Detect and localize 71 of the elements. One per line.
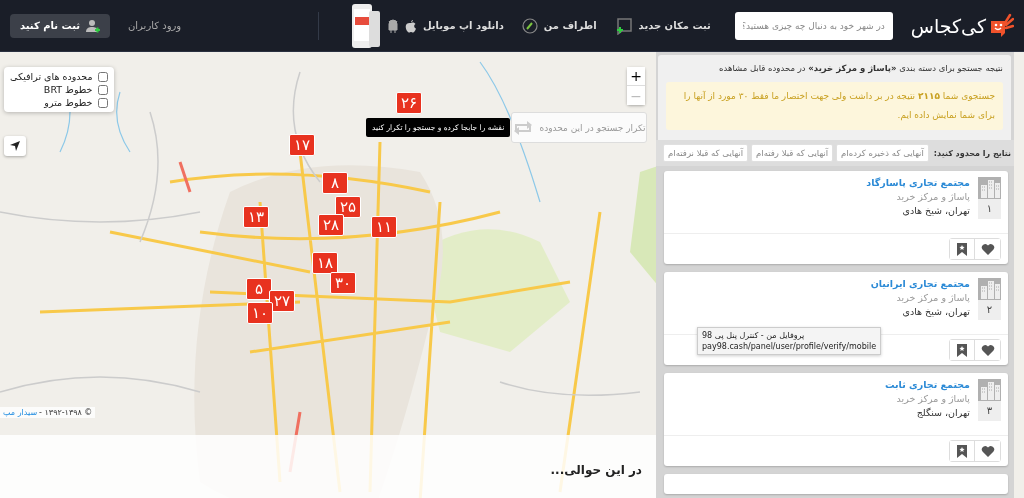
filter-button[interactable]: آنهایی که قبلا نرفته‌ام [663, 144, 749, 162]
copyright-text: © ۱۳۹۲-۱۳۹۸ - [39, 408, 93, 417]
chat-plus-icon [614, 16, 633, 35]
search-field[interactable]: در شهر خود به دنبال چه چیزی هستید؟ [734, 11, 893, 40]
heart-icon [980, 444, 995, 458]
place-category: پاساژ و مرکز خرید [895, 191, 970, 202]
place-name-link[interactable]: مجتمع تجاری پاسارگاد [866, 177, 970, 188]
heart-icon [980, 242, 995, 256]
map-marker[interactable]: ۱۷ [289, 134, 315, 156]
map-marker[interactable]: ۲۷ [269, 290, 295, 312]
filter-button[interactable]: آنهایی که قبلا رفته‌ام [751, 144, 834, 162]
android-icon [386, 18, 399, 33]
arrow-pointer-icon [9, 140, 21, 152]
phone-image [350, 2, 381, 49]
bookmark-button[interactable] [950, 441, 975, 461]
bookmark-button[interactable] [950, 340, 975, 360]
place-address: تهران، شیخ هادی [901, 306, 970, 317]
apple-icon [404, 18, 417, 33]
map-marker[interactable]: ۲۸ [318, 214, 344, 236]
place-category: پاساژ و مرکز خرید [895, 292, 970, 303]
results-heading: نتیجه جستجو برای دسته بندی «پاساژ و مرکز خرید» در محدوده قابل مشاهده [718, 63, 1003, 73]
layer-checkbox[interactable] [98, 97, 109, 108]
bookmark-icon [957, 242, 967, 256]
nav-link[interactable]: اطراف من [521, 17, 597, 34]
map-marker[interactable]: ۸ [322, 172, 348, 194]
place-address: تهران، شیخ هادی [901, 205, 970, 216]
rank-number: ۳ [978, 401, 1001, 421]
user-plus-icon [86, 18, 100, 33]
locate-button[interactable] [4, 136, 26, 156]
filter-button[interactable]: آنهایی که ذخیره کرده‌ام [836, 144, 929, 162]
map-marker[interactable]: ۵ [246, 278, 272, 300]
smiley-hand-icon [988, 12, 1014, 39]
tooltip-url: pay98.cash/panel/user/profile/verify/mobile [702, 341, 877, 352]
layer-label: محدوده های ترافیکی [10, 71, 93, 82]
map-marker[interactable]: ۱۸ [312, 252, 338, 274]
site-logo[interactable]: کی‌کجاس [910, 14, 986, 37]
heart-icon [980, 343, 995, 357]
place-address: تهران، سنگلج [915, 407, 970, 418]
rank-number: ۱ [978, 199, 1001, 219]
map-marker[interactable]: ۱۳ [243, 206, 269, 228]
rank-number: ۲ [978, 300, 1001, 320]
map-marker[interactable]: ۲۵ [335, 196, 361, 218]
bookmark-icon [957, 343, 967, 357]
buildings-icon [978, 278, 1001, 300]
place-name-link[interactable]: مجتمع تجاری ایرانیان [870, 278, 970, 289]
place-category: پاساژ و مرکز خرید [895, 393, 970, 404]
signup-button[interactable]: ثبت نام کنید [10, 13, 110, 38]
redo-search-button[interactable]: تکرار جستجو در این محدوده [511, 112, 647, 143]
results-notice: جستجوی شما ۲۱۱۵ نتیجه در بر داشت ولی جهت اختصار ما فقط ۳۰ مورد از آنها را برای شما نمایش داده ایم. [666, 82, 1003, 130]
tooltip-title: پروفایل من - کنترل پنل پی 98 [702, 330, 806, 341]
login-link[interactable]: ورود کاربران [128, 20, 182, 31]
zoom-in-button[interactable]: + [627, 67, 645, 86]
bookmark-icon [957, 444, 967, 458]
attribution-link[interactable]: سیدار مپ [3, 408, 38, 417]
layer-checkbox[interactable] [98, 71, 109, 82]
layer-checkbox[interactable] [98, 84, 109, 95]
filter-label: نتایج را محدود کنید: [933, 148, 1011, 158]
map-marker[interactable]: ۱۰ [247, 302, 273, 324]
buildings-icon [978, 379, 1001, 401]
nearby-title: در این حوالی... [550, 463, 642, 477]
compass-icon [521, 17, 538, 34]
layer-label: خطوط مترو [44, 97, 93, 108]
nav-link[interactable]: ثبت مکان جدید [614, 16, 711, 35]
map-marker[interactable]: ۲۶ [396, 92, 422, 114]
map-marker[interactable]: ۳۰ [330, 272, 356, 294]
bookmark-button[interactable] [950, 239, 975, 259]
map-marker[interactable]: ۱۱ [371, 216, 397, 238]
buildings-icon [978, 177, 1001, 199]
layer-label: خطوط BRT [43, 84, 93, 95]
nav-link[interactable]: دانلود اپ موبایل [336, 2, 504, 49]
place-name-link[interactable]: مجتمع تجاری ثابت [885, 379, 970, 390]
